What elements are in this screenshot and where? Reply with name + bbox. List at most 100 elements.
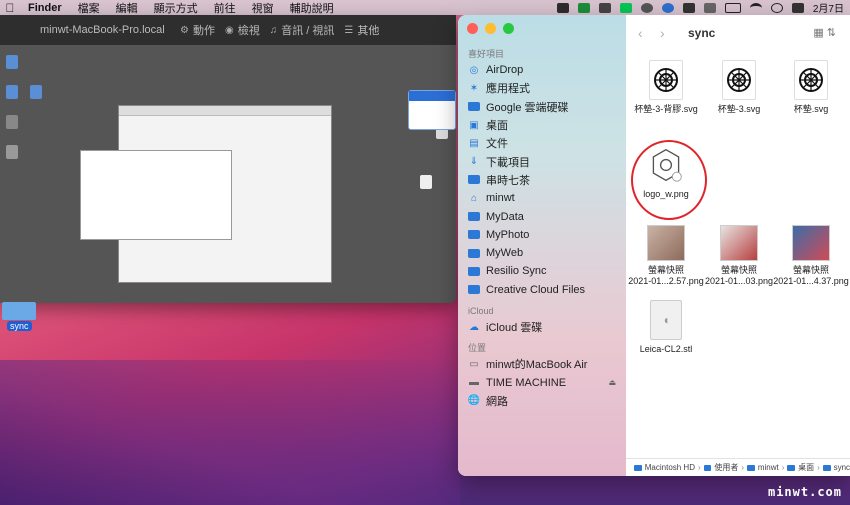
control-center-icon[interactable] (791, 2, 804, 13)
more-icon: ☰ (344, 24, 354, 36)
status-icon-8[interactable] (703, 2, 716, 13)
menu-go[interactable]: 前往 (206, 0, 244, 16)
status-icon-1[interactable] (556, 2, 569, 13)
eject-icon[interactable]: ⏏ (608, 378, 616, 387)
remote-screen[interactable] (0, 45, 456, 303)
sidebar-item-google-drive[interactable]: Google 雲端硬碟 (458, 98, 626, 116)
file-name: 杯墊-3.svg (717, 104, 761, 114)
back-arrow-icon[interactable]: ‹ (638, 25, 650, 41)
file-item[interactable]: 螢幕快照 2021-01...2.57.png (628, 225, 704, 287)
cloud-icon: ☁ (469, 321, 479, 333)
menu-window[interactable]: 視窗 (244, 0, 282, 16)
sidebar-item-myweb[interactable]: MyWeb (458, 244, 626, 262)
menu-file[interactable]: 檔案 (70, 0, 108, 16)
path-crumb[interactable]: sync (834, 463, 850, 472)
remote-title: minwt-MacBook-Pro.local (40, 24, 165, 36)
sidebar-item-label: MyData (486, 210, 524, 223)
remote-view-button[interactable]: ◉ 檢視 (225, 22, 260, 38)
chevron-right-icon: › (698, 463, 701, 472)
battery-icon[interactable] (724, 2, 741, 13)
sidebar-item-desktop[interactable]: ▣ 桌面 (458, 116, 626, 134)
file-item[interactable]: ◖ Leica-CL2.stl (629, 300, 703, 355)
search-icon[interactable] (770, 2, 783, 13)
menu-clock[interactable]: 2月7日 (813, 0, 844, 15)
path-crumb[interactable]: minwt (758, 463, 779, 472)
view-mode-icon[interactable]: ▦ ⇅ (813, 26, 836, 39)
sidebar-item-downloads[interactable]: ⇓ 下載項目 (458, 152, 626, 170)
network-icon: 🌐 (467, 395, 481, 407)
desktop-folder-icon[interactable] (2, 302, 36, 320)
line-icon[interactable] (619, 2, 632, 13)
menu-edit[interactable]: 編輯 (108, 0, 146, 16)
sidebar-item-network[interactable]: 🌐 網路 (458, 392, 626, 410)
sidebar-item-label: 串時七茶 (486, 174, 530, 187)
file-item[interactable]: 杯墊-3.svg (702, 60, 776, 115)
file-item[interactable]: 螢幕快照 2021-01...4.37.png (773, 225, 849, 287)
home-icon: ⌂ (470, 192, 478, 204)
path-crumb[interactable]: Macintosh HD (645, 463, 695, 472)
folder-icon (787, 464, 796, 471)
svg-file-icon (722, 60, 756, 100)
remote-desktop-icon (6, 85, 18, 99)
drive-icon: ▬ (469, 377, 479, 389)
folder-icon (468, 266, 480, 276)
file-item[interactable]: 螢幕快照 2021-01...03.png (702, 225, 776, 287)
menu-help[interactable]: 輔助說明 (282, 0, 342, 16)
remote-desktop-window[interactable]: minwt-MacBook-Pro.local ⚙ 動作 ◉ 檢視 ♫ 音訊 /… (0, 15, 456, 303)
file-name: 螢幕快照 (647, 265, 684, 275)
sidebar-item-resilio-sync[interactable]: Resilio Sync (458, 262, 626, 280)
folder-icon (703, 464, 712, 471)
sidebar-item-time-machine[interactable]: ▬ TIME MACHINE ⏏ (458, 373, 626, 391)
sidebar-item-home[interactable]: ⌂ minwt (458, 189, 626, 207)
sidebar-item-macbook[interactable]: ▭ minwt的MacBook Air (458, 355, 626, 373)
sidebar-section-icloud: iCloud (468, 305, 494, 316)
sidebar-section-locations: 位置 (468, 343, 487, 354)
svg-file-icon (649, 60, 683, 100)
minimize-button[interactable] (485, 23, 496, 34)
status-icon-6[interactable] (661, 2, 674, 13)
desktop-folder-label[interactable]: sync (7, 321, 32, 331)
applications-icon: ✶ (469, 82, 479, 94)
sidebar-item-documents[interactable]: ▤ 文件 (458, 134, 626, 152)
menu-view[interactable]: 顯示方式 (146, 0, 206, 16)
remote-audio-video-button[interactable]: ♫ 音訊 / 視訊 (270, 22, 335, 38)
path-crumb[interactable]: 使用者 (714, 462, 738, 473)
finder-window[interactable]: 喜好項目 ◎ AirDrop ✶ 應用程式 Google 雲端硬碟 ▣ 桌面 ▤… (458, 15, 850, 476)
finder-content[interactable]: ‹ › sync ▦ ⇅ 杯墊-3-背膠.svg 杯墊-3.svg 杯墊.svg… (626, 15, 850, 476)
menu-app-name[interactable]: Finder (20, 2, 70, 14)
remote-desktop-icon (30, 85, 42, 99)
remote-action-button[interactable]: ⚙ 動作 (180, 22, 215, 38)
wifi-icon[interactable] (749, 2, 762, 13)
forward-arrow-icon[interactable]: › (660, 25, 672, 41)
zoom-button[interactable] (503, 23, 514, 34)
sidebar-item-applications[interactable]: ✶ 應用程式 (458, 79, 626, 97)
remote-titlebar[interactable]: minwt-MacBook-Pro.local ⚙ 動作 ◉ 檢視 ♫ 音訊 /… (0, 15, 456, 45)
document-icon: ▤ (469, 137, 479, 149)
sidebar-item-icloud-drive[interactable]: ☁ iCloud 雲碟 (458, 318, 626, 336)
sidebar-item-folder[interactable]: 串時七茶 (458, 171, 626, 189)
sidebar-section-favorites: 喜好項目 (468, 49, 505, 59)
status-icon-7[interactable] (682, 2, 695, 13)
sidebar-item-airdrop[interactable]: ◎ AirDrop (458, 61, 626, 79)
file-item[interactable]: 杯墊-3-背膠.svg (629, 60, 703, 115)
sidebar-item-label: 文件 (486, 138, 508, 151)
sidebar-item-creative-cloud[interactable]: Creative Cloud Files (458, 281, 626, 299)
status-icon-3[interactable] (598, 2, 611, 13)
file-name: 螢幕快照 (720, 265, 757, 275)
svg-file-icon (794, 60, 828, 100)
apple-menu-icon[interactable]:  (0, 1, 20, 15)
remote-more-button[interactable]: ☰ 其他 (344, 22, 379, 38)
close-button[interactable] (467, 23, 478, 34)
airdrop-icon: ◎ (469, 64, 479, 76)
sidebar-item-mydata[interactable]: MyData (458, 207, 626, 225)
sidebar-item-label: minwt的MacBook Air (486, 359, 588, 372)
status-icon-2[interactable] (577, 2, 590, 13)
status-icon-5[interactable] (640, 2, 653, 13)
sidebar-item-label: TIME MACHINE (486, 376, 567, 389)
file-item[interactable]: 杯墊.svg (774, 60, 848, 115)
path-crumb[interactable]: 桌面 (798, 462, 814, 473)
sidebar-item-label: Creative Cloud Files (486, 283, 586, 296)
remote-desktop-icon (6, 115, 18, 129)
sidebar-item-myphoto[interactable]: MyPhoto (458, 226, 626, 244)
drive-icon (634, 464, 642, 471)
